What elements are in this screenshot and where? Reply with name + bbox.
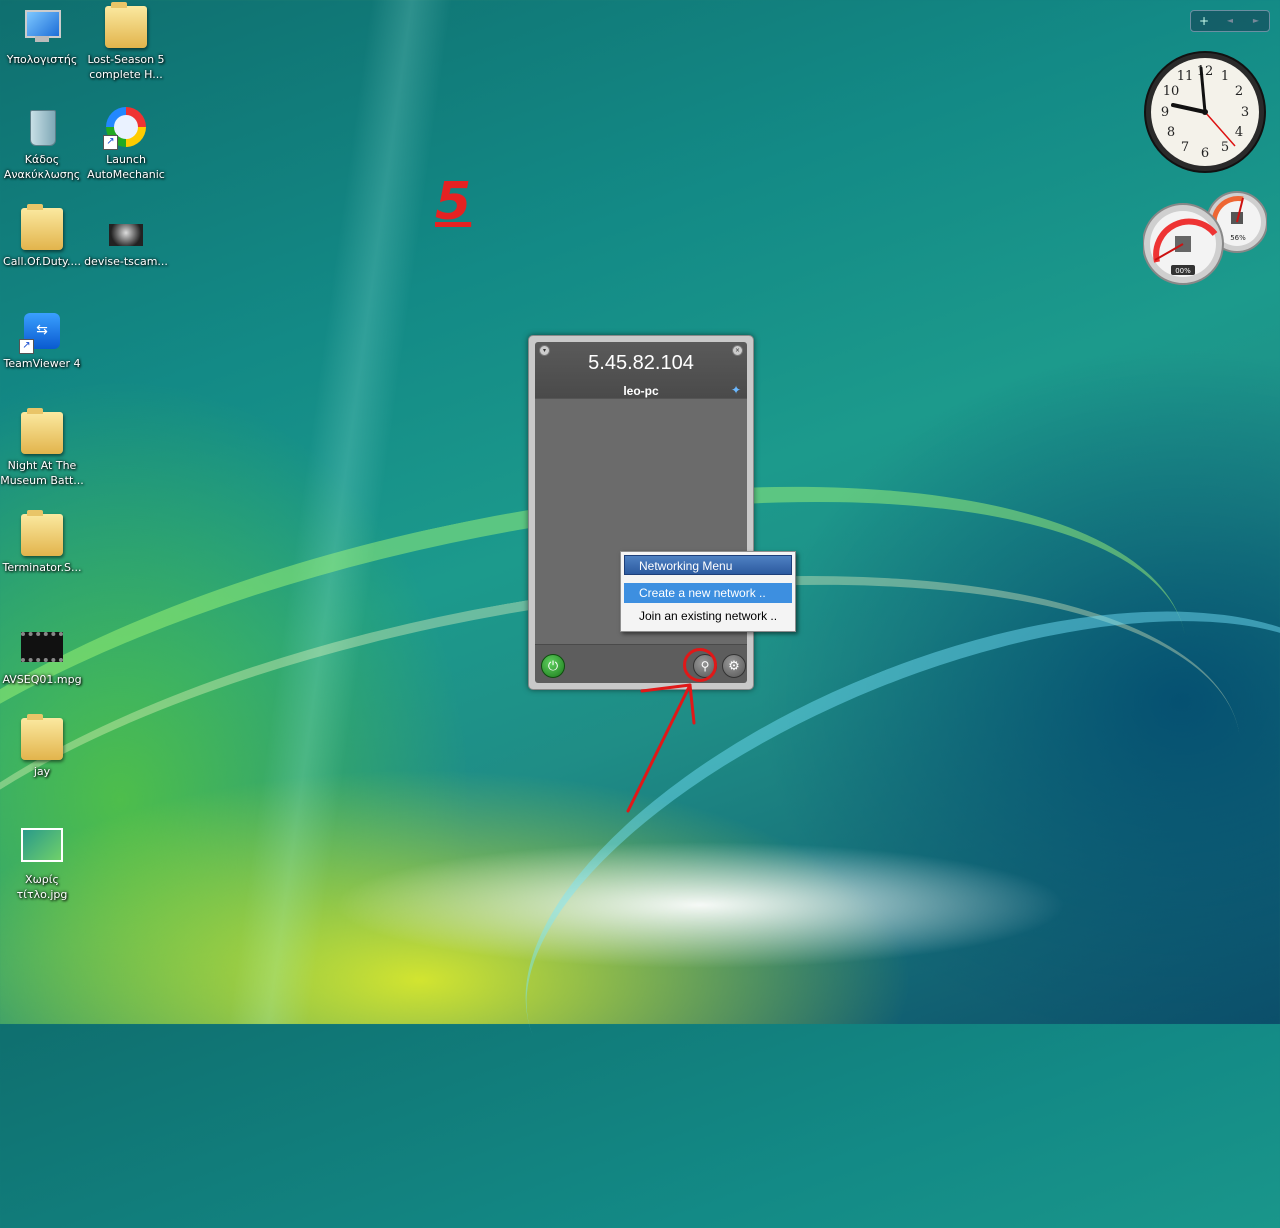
shortcut-arrow-icon: ↗ <box>103 135 118 150</box>
clock-numeral: 8 <box>1167 125 1175 140</box>
icon-label: AVSEQ01.mpg <box>2 673 82 686</box>
desktop-icon-night-at-the-museum[interactable]: Night At The Museum Batt... <box>0 408 84 488</box>
menu-item-create-network[interactable]: Create a new network .. <box>624 583 792 603</box>
video-file-icon <box>21 626 63 668</box>
icon-label: Χωρίς τίτλο.jpg <box>16 873 68 901</box>
networking-context-menu: Networking Menu Create a new network .. … <box>620 551 796 632</box>
desktop-icon-teamviewer[interactable]: ⇆ ↗ TeamViewer 4 <box>0 310 84 371</box>
icon-label: Κάδος Ανακύκλωσης <box>3 153 81 181</box>
hamachi-header: ▾ × 5.45.82.104 leo-pc ✦ <box>535 342 747 398</box>
desktop-icon-untitled-jpg[interactable]: Χωρίς τίτλο.jpg <box>0 826 84 902</box>
video-file-icon <box>105 208 147 250</box>
shortcut-arrow-icon: ↗ <box>19 339 34 354</box>
desktop-icon-recycle-bin[interactable]: Κάδος Ανακύκλωσης <box>0 106 84 182</box>
desktop-icon-avseq01[interactable]: AVSEQ01.mpg <box>0 626 84 687</box>
icon-label: Terminator.S... <box>2 561 82 574</box>
menu-title: Networking Menu <box>624 555 792 575</box>
desktop-icon-launch-automechanic[interactable]: ↗ Launch AutoMechanic <box>84 106 168 182</box>
sidebar-controls: + ◄ ► <box>1190 10 1270 32</box>
clock-numeral: 10 <box>1163 84 1180 99</box>
clock-numeral: 12 <box>1197 64 1214 79</box>
next-page-button[interactable]: ► <box>1243 11 1269 31</box>
clock-numeral: 9 <box>1161 105 1169 120</box>
desktop-icon-lost-season-5[interactable]: Lost-Season 5 complete H... <box>84 2 168 82</box>
clock-numeral: 5 <box>1221 140 1229 155</box>
clock-numeral: 1 <box>1221 69 1229 84</box>
teamviewer-icon: ⇆ ↗ <box>19 310 63 354</box>
clock-numeral: 3 <box>1241 105 1249 120</box>
menu-item-join-network[interactable]: Join an existing network .. <box>624 606 792 626</box>
hamachi-window: ▾ × 5.45.82.104 leo-pc ✦ ⏻ ⚲ ⚙ <box>528 335 754 690</box>
folder-icon <box>21 714 63 760</box>
ip-address: 5.45.82.104 <box>588 352 694 374</box>
icon-label: devise-tscam... <box>84 255 168 268</box>
clock-numeral: 11 <box>1177 69 1194 84</box>
clock-numeral: 6 <box>1201 146 1209 161</box>
cpu-percent: 00% <box>1175 267 1191 275</box>
image-file-icon <box>21 826 63 868</box>
desktop-icon-computer[interactable]: Υπολογιστής <box>0 6 84 67</box>
icon-label: TeamViewer 4 <box>3 357 81 370</box>
add-gadget-button[interactable]: + <box>1191 11 1217 31</box>
folder-icon <box>105 2 147 48</box>
recycle-bin-icon <box>21 106 63 148</box>
status-star-icon[interactable]: ✦ <box>731 383 741 397</box>
desktop-icon-terminator[interactable]: Terminator.S... <box>0 510 84 575</box>
desktop-icon-jay[interactable]: jay <box>0 714 84 779</box>
icon-label: Υπολογιστής <box>6 53 78 66</box>
clock-numeral: 2 <box>1235 84 1243 99</box>
folder-icon <box>21 204 63 250</box>
power-icon: ⏻ <box>547 658 559 674</box>
ram-percent: 56% <box>1230 234 1246 242</box>
icon-label: Lost-Season 5 complete H... <box>87 53 165 81</box>
annotation-arrow <box>626 683 696 813</box>
clock-numeral: 7 <box>1181 140 1189 155</box>
gear-icon: ⚙ <box>728 658 740 674</box>
automechanic-icon: ↗ <box>103 106 147 150</box>
settings-button[interactable]: ⚙ <box>722 654 746 678</box>
computer-icon <box>21 6 63 48</box>
step-annotation-number: 5 <box>435 172 472 232</box>
icon-label: Night At The Museum Batt... <box>0 459 84 487</box>
desktop-icon-call-of-duty[interactable]: Call.Of.Duty.... <box>0 204 84 269</box>
desktop-icon-devise-tscam[interactable]: devise-tscam... <box>84 208 168 269</box>
icon-label: jay <box>33 765 51 778</box>
clock-numeral: 4 <box>1235 125 1243 140</box>
folder-icon <box>21 408 63 454</box>
previous-page-button[interactable]: ◄ <box>1217 11 1243 31</box>
power-button[interactable]: ⏻ <box>541 654 565 678</box>
cpu-meter-gadget[interactable]: 56% 00% <box>1143 190 1267 286</box>
folder-icon <box>21 510 63 556</box>
icon-label: Launch AutoMechanic <box>87 153 165 181</box>
computer-name: leo-pc <box>623 384 659 398</box>
icon-label: Call.Of.Duty.... <box>3 255 81 268</box>
clock-gadget[interactable]: 12 1 2 3 4 5 6 7 8 9 10 11 <box>1143 50 1267 174</box>
light-beam <box>228 0 452 1024</box>
